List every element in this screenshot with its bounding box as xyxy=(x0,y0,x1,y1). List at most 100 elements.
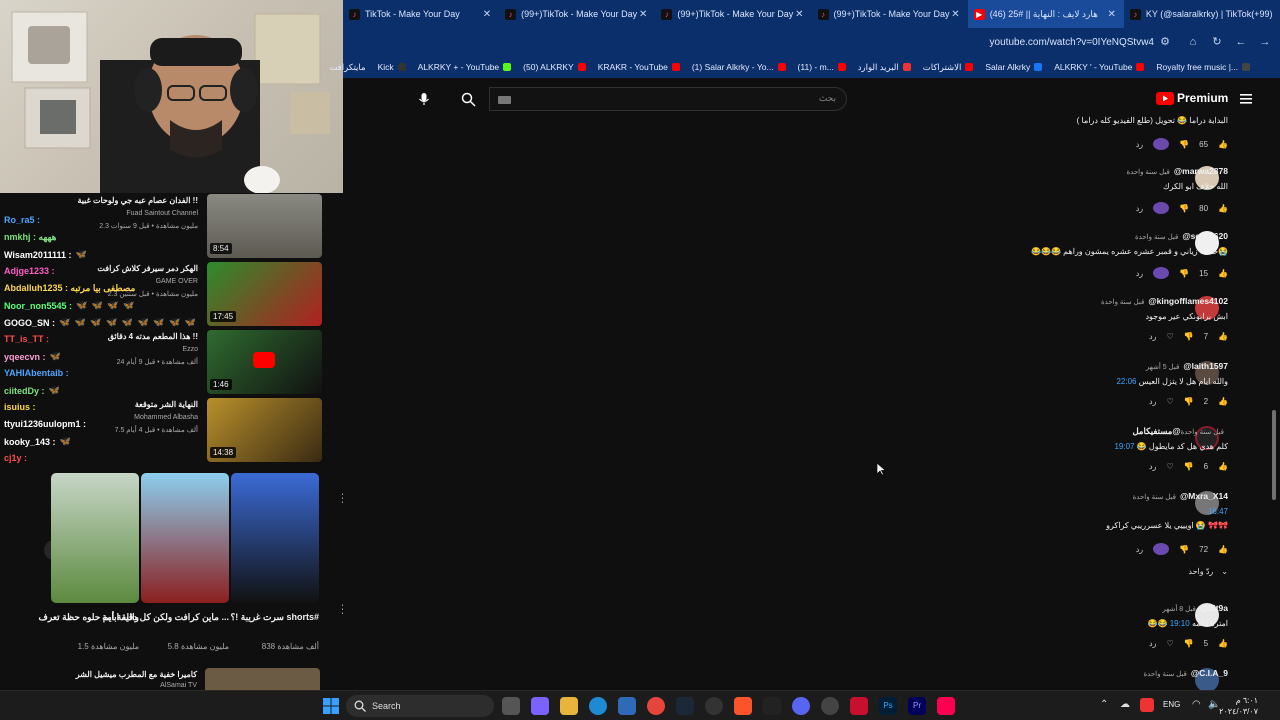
timestamp-link[interactable]: 16:47 xyxy=(1208,507,1228,516)
tray-chevron-icon[interactable]: ⌃ xyxy=(1100,699,1108,710)
video-title[interactable]: هذا المطعم مدته 4 دقائق !! xyxy=(108,332,198,341)
close-icon[interactable]: ✕ xyxy=(795,9,803,20)
dislike-icon[interactable]: 👎 xyxy=(1179,269,1189,278)
store-icon[interactable] xyxy=(618,697,636,715)
comment-author[interactable]: قبل سنة واحدة @Mxra_X14 xyxy=(1133,491,1228,501)
short-thumbnail[interactable] xyxy=(141,473,229,603)
bookmark[interactable]: (11) - m... xyxy=(798,62,846,72)
video-channel[interactable]: Ezzo xyxy=(182,346,198,353)
steam-icon[interactable] xyxy=(676,697,694,715)
like-icon[interactable]: 👍 xyxy=(1218,397,1228,406)
browser-tab[interactable]: ♪ (99+)TikTok - Make Your Day ✕ xyxy=(655,0,811,28)
copilot-icon[interactable] xyxy=(531,697,549,715)
related-video[interactable]: 14:38 النهاية الشر متوقعة Mohammed Albas… xyxy=(4,398,353,462)
bookmark[interactable]: (50) ALKRKY xyxy=(523,62,586,72)
reply-button[interactable]: رد xyxy=(1149,332,1156,341)
settings-icon[interactable] xyxy=(821,697,839,715)
dislike-icon[interactable]: 👎 xyxy=(1184,332,1194,341)
like-icon[interactable]: 👍 xyxy=(1218,269,1228,278)
like-icon[interactable]: 👍 xyxy=(1218,639,1228,648)
timestamp-link[interactable]: 22:06 xyxy=(1116,377,1136,386)
reload-icon[interactable]: ↻ xyxy=(1211,36,1223,48)
comment-author[interactable]: قبل 5 أشهر @laith1597 xyxy=(1146,361,1228,371)
video-title[interactable]: كاميرا خفية مع المطرب ميشيل الشر xyxy=(76,670,197,679)
brave-icon[interactable] xyxy=(734,697,752,715)
reply-button[interactable]: رد xyxy=(1149,397,1156,406)
file-explorer-icon[interactable] xyxy=(560,697,578,715)
search-icon[interactable] xyxy=(461,92,476,107)
bookmark[interactable]: Kick xyxy=(378,62,406,72)
bookmark[interactable]: Salar Alkrky xyxy=(985,62,1043,72)
short-title[interactable]: سرت غريبة !؟ shorts# xyxy=(231,612,320,623)
taskbar-clock[interactable]: ٦:٠١ م ٢٠٢٤/٠٣/٠٧ xyxy=(1219,695,1258,717)
forward-icon[interactable]: → xyxy=(1259,36,1271,48)
edge-icon[interactable] xyxy=(589,697,607,715)
heart-icon[interactable]: ♡ xyxy=(1166,639,1173,648)
language-indicator[interactable]: ENG xyxy=(1163,700,1180,709)
related-video[interactable]: 17:45 الهكر دمر سيرفر كلاش كرافت GAME OV… xyxy=(4,262,353,326)
like-icon[interactable]: 👍 xyxy=(1218,545,1228,554)
video-channel[interactable]: AlSamai TV xyxy=(160,682,197,689)
dislike-icon[interactable]: 👎 xyxy=(1179,204,1189,213)
timestamp-link[interactable]: 19:07 xyxy=(1114,442,1134,451)
windows-start-icon[interactable] xyxy=(323,698,339,714)
cloud-icon[interactable]: ☁ xyxy=(1120,699,1130,710)
timestamp-link[interactable]: 19:10 xyxy=(1170,619,1190,628)
comment-author[interactable]: قبل سنة واحدة @soor_620 xyxy=(1135,231,1228,241)
comment-author[interactable]: قبل سنة واحدة @marwa2878 xyxy=(1126,166,1228,176)
browser-tab[interactable]: ♪ KY (@salaralkrky) | TikTok(+99) xyxy=(1124,0,1280,28)
reply-button[interactable]: رد xyxy=(1136,140,1143,149)
tray-app-icon[interactable] xyxy=(1140,698,1154,712)
dislike-icon[interactable]: 👎 xyxy=(1184,639,1194,648)
reply-button[interactable]: رد xyxy=(1136,545,1143,554)
dislike-icon[interactable]: 👎 xyxy=(1179,545,1189,554)
mic-icon[interactable] xyxy=(417,92,431,106)
chrome-icon[interactable] xyxy=(647,697,665,715)
heart-icon[interactable]: ♡ xyxy=(1166,462,1173,471)
video-title[interactable]: الفدان عصام عبه جي ولوحات غبية !! xyxy=(77,196,198,205)
reply-button[interactable]: رد xyxy=(1136,269,1143,278)
comment-author[interactable]: قبل سنة واحدة@مستفيكامل xyxy=(1132,426,1228,437)
video-channel[interactable]: Fuad Saintout Channel xyxy=(126,210,198,217)
taskbar-search[interactable]: Search xyxy=(346,695,494,717)
video-thumbnail[interactable] xyxy=(205,668,320,690)
like-icon[interactable]: 👍 xyxy=(1218,204,1228,213)
dislike-icon[interactable]: 👎 xyxy=(1184,462,1194,471)
close-icon[interactable]: ✕ xyxy=(951,9,959,20)
video-channel[interactable]: Mohammed Albasha xyxy=(134,414,198,421)
like-icon[interactable]: 👍 xyxy=(1218,332,1228,341)
like-icon[interactable]: 👍 xyxy=(1218,462,1228,471)
youtube-premium-logo[interactable]: Premium xyxy=(1156,91,1228,105)
keyboard-icon[interactable] xyxy=(498,96,511,104)
search-input[interactable]: بحث xyxy=(489,87,847,111)
bookmark[interactable]: مايتكرافت xyxy=(329,62,365,73)
wifi-icon[interactable]: ◠ xyxy=(1192,699,1201,710)
browser-tab-active[interactable]: ▶ (46) هارد لايف : النهاية || #25 ✕ xyxy=(967,0,1124,28)
short-title[interactable]: والله ابايم حلوه حظة تعرف xyxy=(39,612,139,623)
heart-icon[interactable]: ♡ xyxy=(1166,332,1173,341)
photoshop-icon[interactable]: Ps xyxy=(879,697,897,715)
close-icon[interactable]: ✕ xyxy=(639,9,647,20)
reply-button[interactable]: رد xyxy=(1136,204,1143,213)
reply-button[interactable]: رد xyxy=(1149,462,1156,471)
bookmark[interactable]: الاشتراكات xyxy=(923,62,974,73)
dislike-icon[interactable]: 👎 xyxy=(1179,140,1189,149)
related-video[interactable]: 8:54 الفدان عصام عبه جي ولوحات غبية !! F… xyxy=(4,194,353,258)
bookmark[interactable]: ALKRKY ' - YouTube xyxy=(1054,62,1145,72)
reply-button[interactable]: رد xyxy=(1149,639,1156,648)
comment-author[interactable]: قبل 8 أشهر @t5t9a xyxy=(1162,603,1228,613)
like-icon[interactable]: 👍 xyxy=(1218,140,1228,149)
tune-icon[interactable]: ⚙ xyxy=(1159,36,1171,48)
related-video[interactable]: 1:46 هذا المطعم مدته 4 دقائق !! Ezzo 24 … xyxy=(4,330,353,394)
task-view-icon[interactable] xyxy=(502,697,520,715)
replies-toggle[interactable]: ردّ واحد ⌄ xyxy=(1188,567,1228,576)
comment-author[interactable]: قبل سنة واحدة @C.I.A_9 xyxy=(1144,668,1228,678)
video-title[interactable]: النهاية الشر متوقعة xyxy=(135,400,198,409)
dislike-icon[interactable]: 👎 xyxy=(1184,397,1194,406)
discord-icon[interactable] xyxy=(792,697,810,715)
browser-tab[interactable]: ♪ TikTok - Make Your Day ✕ xyxy=(343,0,499,28)
page-scrollbar[interactable] xyxy=(1272,410,1276,500)
browser-tab[interactable]: ♪ (99+)TikTok - Make Your Day ✕ xyxy=(812,0,968,28)
home-icon[interactable]: ⌂ xyxy=(1187,36,1199,48)
back-icon[interactable]: ← xyxy=(1235,36,1247,48)
